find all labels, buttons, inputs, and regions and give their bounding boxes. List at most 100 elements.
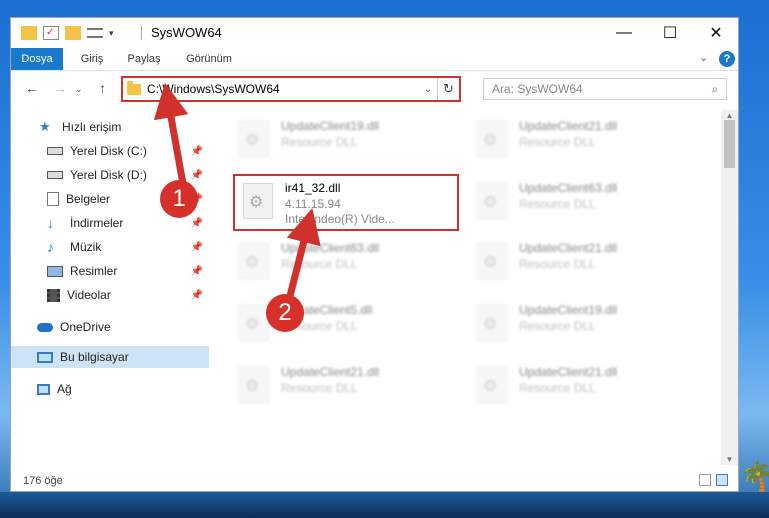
file-item[interactable]: UpdateClient21.dll Resource DLL (471, 116, 696, 164)
help-icon[interactable]: ? (719, 51, 735, 67)
quick-access-toolbar: ✓ ▾ (21, 24, 114, 42)
nav-item-this-pc[interactable]: Bu bilgisayar (11, 346, 209, 368)
forward-button[interactable]: → (53, 80, 67, 96)
file-explorer-window: ✓ ▾ SysWOW64 — ☐ ✕ Dosya Giriş Paylaş Gö… (10, 17, 739, 492)
tab-home[interactable]: Giriş (71, 48, 113, 70)
address-bar[interactable]: C:\Windows\SysWOW64 ⌄ ↻ (121, 76, 461, 102)
tab-view[interactable]: Görünüm (179, 48, 239, 70)
back-button[interactable]: ← (25, 80, 39, 96)
dll-file-icon (477, 367, 507, 403)
file-item[interactable]: UpdateClient21.dll Resource DLL (471, 238, 696, 286)
drive-icon (47, 171, 63, 179)
new-folder-icon[interactable] (65, 26, 81, 40)
nav-label: Bu bilgisayar (60, 350, 129, 364)
search-box[interactable]: Ara: SysWOW64 ⌕ (483, 78, 727, 100)
scroll-up-icon[interactable]: ▲ (721, 111, 738, 120)
address-path[interactable]: C:\Windows\SysWOW64 (147, 82, 419, 96)
pin-icon[interactable]: 📌 (191, 170, 203, 181)
up-button[interactable]: ↑ (99, 80, 106, 96)
ribbon-divider (11, 70, 738, 71)
highlight-box-file (233, 174, 459, 231)
callout-1: 1 (160, 180, 198, 218)
properties-icon[interactable]: ✓ (43, 26, 59, 40)
folder-icon (21, 26, 37, 40)
file-name: UpdateClient21.dll (281, 365, 380, 379)
pin-icon[interactable]: 📌 (191, 266, 203, 277)
list-icon[interactable] (87, 28, 103, 38)
tiles-view-icon[interactable] (716, 474, 728, 486)
vertical-scrollbar[interactable]: ▲ ▼ (721, 110, 738, 465)
file-type: Resource DLL (519, 197, 596, 211)
file-type: Resource DLL (519, 135, 596, 149)
drive-icon (47, 147, 63, 155)
scroll-thumb[interactable] (724, 120, 735, 168)
dll-file-icon (477, 121, 507, 157)
recent-locations-button[interactable]: ⌄ (75, 84, 83, 95)
title-bar: ✓ ▾ SysWOW64 — ☐ ✕ (11, 18, 738, 48)
customize-toolbar-icon[interactable]: ▾ (109, 28, 114, 39)
file-name: UpdateClient21.dll (519, 119, 618, 133)
nav-label: Müzik (70, 240, 102, 254)
tab-file[interactable]: Dosya (11, 48, 63, 70)
nav-label: İndirmeler (70, 216, 124, 230)
pin-icon[interactable]: 📌 (191, 218, 203, 229)
ribbon-tabs: Dosya Giriş Paylaş Görünüm ⌄ ? (11, 48, 738, 70)
computer-icon (37, 351, 53, 363)
file-name: UpdateClient19.dll (519, 303, 618, 317)
search-input[interactable]: Ara: SysWOW64 (492, 82, 704, 96)
file-item[interactable]: UpdateClient63.dll Resource DLL (233, 238, 458, 286)
file-name: UpdateClient63.dll (519, 181, 618, 195)
pin-icon[interactable]: 📌 (191, 146, 203, 157)
scroll-down-icon[interactable]: ▼ (721, 455, 738, 464)
nav-label: Yerel Disk (C:) (70, 144, 147, 158)
nav-label: Resimler (70, 264, 118, 278)
window-title: SysWOW64 (151, 25, 222, 40)
expand-ribbon-icon[interactable]: ⌄ (699, 51, 708, 64)
title-separator (141, 26, 142, 40)
network-icon (37, 383, 50, 395)
nav-label: Yerel Disk (D:) (70, 168, 147, 182)
dll-file-icon (239, 305, 269, 341)
address-dropdown-icon[interactable]: ⌄ (419, 84, 437, 95)
nav-item-quick-access[interactable]: ★ Hızlı erişim (11, 116, 209, 138)
nav-label: Belgeler (66, 192, 111, 206)
dll-file-icon (239, 367, 269, 403)
file-item[interactable]: UpdateClient19.dll Resource DLL (471, 300, 696, 348)
file-name: UpdateClient63.dll (281, 241, 380, 255)
cloud-icon (37, 322, 53, 332)
pin-icon[interactable]: 📌 (191, 290, 203, 301)
search-icon[interactable]: ⌕ (704, 82, 726, 97)
file-type: Resource DLL (281, 135, 358, 149)
file-type: Resource DLL (519, 381, 596, 395)
pictures-icon (47, 265, 63, 277)
maximize-button[interactable]: ☐ (647, 18, 693, 48)
details-view-icon[interactable] (699, 474, 711, 486)
minimize-button[interactable]: — (601, 18, 647, 48)
dll-file-icon (239, 243, 269, 279)
nav-label: Hızlı erişim (62, 120, 122, 134)
pin-icon[interactable]: 📌 (191, 242, 203, 253)
download-icon: ↓ (47, 215, 54, 231)
refresh-button[interactable]: ↻ (437, 78, 459, 100)
star-icon: ★ (39, 119, 51, 134)
file-item[interactable]: UpdateClient63.dll Resource DLL (471, 178, 696, 226)
nav-item-disk-c[interactable]: Yerel Disk (C:) 📌 (11, 140, 209, 162)
file-name: UpdateClient21.dll (519, 365, 618, 379)
file-type: Resource DLL (519, 319, 596, 333)
nav-item-videos[interactable]: Videolar 📌 (11, 284, 209, 306)
nav-item-onedrive[interactable]: OneDrive (11, 316, 209, 338)
file-item[interactable]: UpdateClient21.dll Resource DLL (471, 362, 696, 410)
dll-file-icon (477, 183, 507, 219)
nav-label: Ağ (57, 382, 72, 396)
palm-tree-icon: 🌴 (740, 461, 769, 492)
nav-item-network[interactable]: Ağ (11, 378, 209, 400)
file-item[interactable]: UpdateClient21.dll Resource DLL (233, 362, 458, 410)
nav-item-music[interactable]: ♪ Müzik 📌 (11, 236, 209, 258)
nav-label: OneDrive (60, 320, 111, 334)
nav-item-pictures[interactable]: Resimler 📌 (11, 260, 209, 282)
file-item[interactable]: UpdateClient19.dll Resource DLL (233, 116, 458, 164)
close-button[interactable]: ✕ (693, 18, 739, 48)
videos-icon (47, 288, 60, 302)
tab-share[interactable]: Paylaş (119, 48, 169, 70)
file-type: Resource DLL (281, 257, 358, 271)
